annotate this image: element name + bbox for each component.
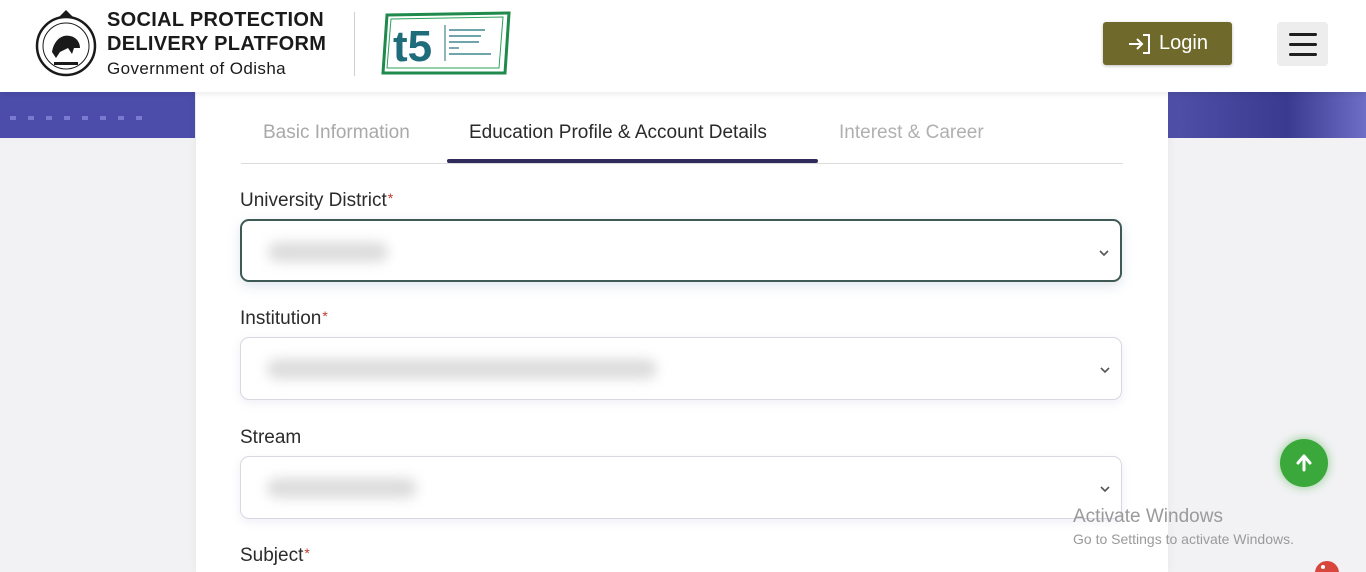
dots-pattern bbox=[10, 116, 142, 120]
tab-interest-career[interactable]: Interest & Career bbox=[839, 122, 984, 144]
hamburger-icon-line-2 bbox=[1288, 42, 1317, 46]
institution-label-text: Institution bbox=[240, 308, 322, 329]
required-mark: * bbox=[322, 308, 328, 324]
chat-widget-icon[interactable] bbox=[1314, 560, 1340, 572]
institution-select[interactable] bbox=[240, 337, 1122, 400]
required-mark: * bbox=[387, 190, 394, 206]
login-button[interactable]: Login bbox=[1103, 22, 1232, 65]
org-subtitle: Government of Odisha bbox=[107, 59, 287, 78]
decorative-band-right bbox=[1168, 92, 1366, 138]
hamburger-icon-line-3 bbox=[1288, 52, 1317, 56]
site-header: SOCIAL PROTECTION DELIVERY PLATFORM Gove… bbox=[0, 0, 1366, 92]
active-tab-indicator bbox=[447, 159, 818, 163]
subject-label: Subject* bbox=[240, 545, 310, 567]
chevron-down-icon bbox=[1100, 486, 1110, 493]
stream-select[interactable] bbox=[240, 456, 1122, 519]
login-arrow-icon bbox=[1129, 33, 1151, 54]
chevron-down-icon bbox=[1099, 250, 1109, 257]
hamburger-menu-button[interactable] bbox=[1277, 22, 1328, 66]
form-card: Basic Information Education Profile & Ac… bbox=[196, 92, 1168, 572]
login-button-label: Login bbox=[1159, 32, 1208, 54]
org-name-line2: DELIVERY PLATFORM bbox=[107, 33, 327, 55]
tab-basic-information[interactable]: Basic Information bbox=[263, 122, 410, 144]
org-name-line1: SOCIAL PROTECTION bbox=[107, 9, 324, 31]
chevron-down-icon bbox=[1100, 367, 1110, 374]
hamburger-icon bbox=[1288, 32, 1317, 36]
required-mark: * bbox=[304, 545, 310, 561]
form-tabs: Basic Information Education Profile & Ac… bbox=[241, 92, 1123, 164]
stream-label-text: Stream bbox=[240, 427, 302, 448]
tab-education-profile[interactable]: Education Profile & Account Details bbox=[469, 122, 767, 144]
subject-label-text: Subject bbox=[240, 545, 304, 566]
stream-label: Stream bbox=[240, 427, 302, 449]
activate-windows-subtitle: Go to Settings to activate Windows. bbox=[1073, 531, 1294, 547]
t5-logo-text: t5 bbox=[393, 22, 432, 71]
decorative-band-left bbox=[0, 92, 195, 138]
university-district-value bbox=[268, 242, 388, 262]
university-district-label-text: University District bbox=[240, 190, 387, 211]
activate-windows-title: Activate Windows bbox=[1073, 506, 1223, 527]
university-district-select[interactable] bbox=[240, 219, 1122, 282]
institution-value bbox=[267, 359, 657, 379]
university-district-label: University District* bbox=[240, 190, 393, 212]
odisha-emblem-icon[interactable] bbox=[34, 8, 98, 80]
institution-label: Institution* bbox=[240, 308, 328, 330]
arrow-up-icon bbox=[1296, 454, 1312, 472]
t5-logo[interactable]: t5 bbox=[381, 11, 513, 75]
header-divider bbox=[354, 12, 355, 76]
scroll-to-top-button[interactable] bbox=[1280, 439, 1328, 487]
stream-value bbox=[267, 478, 417, 498]
